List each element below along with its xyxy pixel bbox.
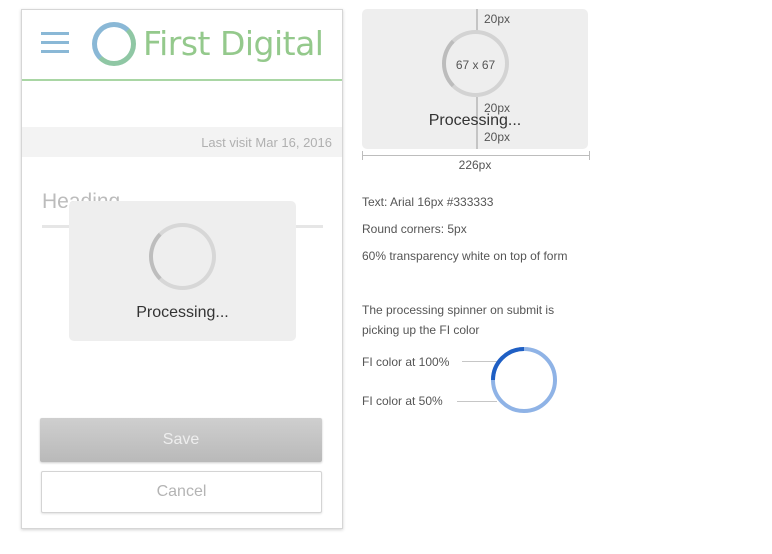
- fi-color-100-label: FI color at 100%: [362, 355, 450, 369]
- note-spinner-line1: The processing spinner on submit is: [362, 303, 555, 317]
- note-spinner-line2: picking up the FI color: [362, 323, 480, 337]
- fi-color-100-arc: [491, 347, 525, 381]
- processing-overlay: Processing...: [69, 201, 296, 341]
- spinner-icon: [149, 223, 216, 290]
- app-header: First Digital: [22, 10, 342, 81]
- cancel-button[interactable]: Cancel: [41, 471, 322, 513]
- spec-top-gap-label: 20px: [484, 12, 511, 26]
- last-visit-bar: Last visit Mar 16, 2016: [22, 127, 342, 157]
- fi-color-spinner-icon: [491, 347, 557, 413]
- save-button[interactable]: Save: [40, 418, 322, 462]
- subheader-bar: [22, 83, 342, 127]
- processing-text: Processing...: [136, 304, 229, 321]
- brand-name: First Digital: [143, 24, 324, 63]
- spec-top-gap-line: [476, 9, 478, 31]
- spec-bottom-gap-label: 20px: [484, 130, 511, 144]
- width-dimension-label: 226px: [458, 158, 492, 172]
- note-round-corners: Round corners: 5px: [362, 222, 467, 236]
- width-dimension-line: [363, 155, 590, 156]
- fi-color-50-label: FI color at 50%: [362, 394, 443, 408]
- note-text-style: Text: Arial 16px #333333: [362, 195, 494, 209]
- note-transparency: 60% transparency white on top of form: [362, 249, 568, 263]
- spec-processing-text: Processing...: [428, 112, 522, 129]
- ring-logo-icon: [92, 22, 136, 66]
- last-visit-text: Last visit Mar 16, 2016: [201, 135, 332, 150]
- spec-spinner-size: 67 x 67: [455, 58, 496, 72]
- phone-screen: First Digital Last visit Mar 16, 2016 He…: [21, 9, 343, 529]
- width-dimension-tick-right: [589, 151, 590, 160]
- hamburger-icon[interactable]: [41, 32, 69, 54]
